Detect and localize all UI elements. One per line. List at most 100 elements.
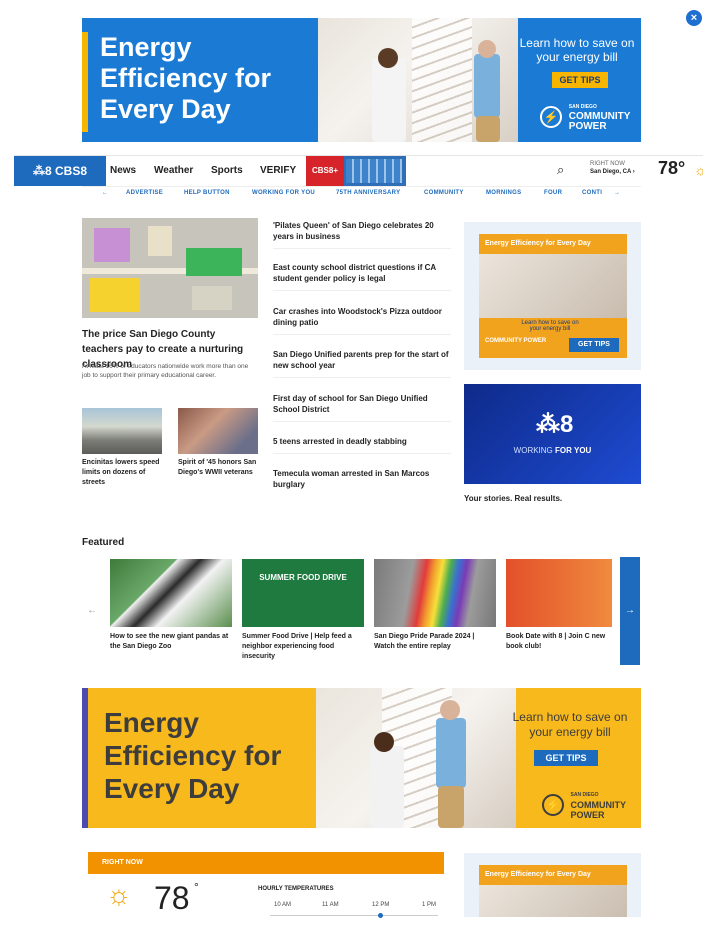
side-ad-photo	[479, 254, 627, 318]
bin-purple	[94, 228, 130, 262]
lead-story-image[interactable]	[82, 218, 258, 318]
story-image	[82, 408, 162, 454]
sun-icon: ☼	[106, 879, 132, 910]
featured-title: Book Date with 8 | Join C new book club!	[506, 633, 606, 650]
location-label: San Diego, CA ›	[590, 169, 635, 175]
featured-card[interactable]: Book Date with 8 | Join C new book club!	[506, 559, 612, 652]
food-drive-label: SUMMER FOOD DRIVE	[259, 573, 347, 582]
featured-card[interactable]: SUMMER FOOD DRIVE Summer Food Drive | He…	[242, 559, 364, 662]
featured-next-button[interactable]: →	[620, 557, 640, 665]
subnav-advertise[interactable]: ADVERTISE	[126, 190, 163, 196]
featured-image	[374, 559, 496, 627]
hourly-slider-handle[interactable]	[378, 913, 383, 918]
search-icon[interactable]: ⌕	[557, 162, 564, 178]
logo-line-top: SAN DIEGO	[570, 792, 599, 798]
logo-line-bottom: POWER	[568, 121, 607, 132]
story-title: Spirit of '45 honors San Diego's WWII ve…	[178, 459, 257, 476]
headline-link[interactable]: San Diego Unified parents prep for the s…	[273, 349, 451, 378]
story-card[interactable]: Spirit of '45 honors San Diego's WWII ve…	[178, 408, 258, 478]
subnav-continue[interactable]: CONTI	[582, 190, 602, 196]
ad-headline: Energy Efficiency for Every Day	[100, 32, 272, 124]
cbs8-plus-image	[346, 159, 402, 183]
story-card[interactable]: Encinitas lowers speed limits on dozens …	[82, 408, 162, 488]
wfy-text-bold: FOR YOU	[555, 446, 592, 455]
get-tips-button[interactable]: GET TIPS	[552, 72, 608, 88]
ad-accent	[82, 32, 88, 132]
community-power-logo: ⚡ SAN DIEGO COMMUNITY POWER	[542, 790, 626, 820]
cbs8-logo[interactable]: ⁂8 CBS8	[14, 156, 106, 186]
ad-photo-boy-head	[378, 48, 398, 68]
ad-photo-man-head	[478, 40, 496, 58]
story-image	[178, 408, 258, 454]
subnav-community[interactable]: COMMUNITY	[424, 190, 464, 196]
cbs8-plus-promo[interactable]: CBS8+	[306, 156, 406, 186]
nav-sports[interactable]: Sports	[211, 156, 243, 186]
side-ad-get-tips-button[interactable]: GET TIPS	[569, 338, 619, 352]
right-now-label: RIGHT NOW	[590, 161, 625, 167]
side-energy-ad[interactable]: Energy Efficiency for Every Day Learn ho…	[464, 222, 641, 370]
ad-cta-text: Learn how to save on your energy bill	[519, 36, 635, 64]
lead-story-summary: At least 16% of educators nationwide wor…	[82, 363, 249, 379]
side-ad-logo: COMMUNITY POWER	[485, 338, 547, 344]
subnav-75th-anniversary[interactable]: 75TH ANNIVERSARY	[336, 190, 400, 196]
headline-link[interactable]: 'Pilates Queen' of San Diego celebrates …	[273, 220, 451, 249]
top-energy-ad[interactable]: Energy Efficiency for Every Day Learn ho…	[82, 18, 641, 142]
headline-link[interactable]: East county school district questions if…	[273, 262, 451, 291]
headline-link[interactable]: Car crashes into Woodstock's Pizza outdo…	[273, 306, 451, 335]
bin-gray	[192, 286, 232, 310]
hour-label: 1 PM	[422, 902, 437, 908]
featured-image	[110, 559, 232, 627]
side-ad-caption: Learn how to save on your energy bill	[521, 320, 579, 332]
close-ad-button[interactable]: ×	[686, 10, 702, 26]
nav-news[interactable]: News	[110, 156, 136, 186]
side-ad-title: Energy Efficiency for Every Day	[485, 871, 591, 878]
featured-card[interactable]: San Diego Pride Parade 2024 | Watch the …	[374, 559, 496, 652]
hourly-slider-track[interactable]	[270, 915, 438, 916]
subnav-next-arrow[interactable]: →	[614, 190, 620, 196]
bottom-energy-ad[interactable]: Energy Efficiency for Every Day Learn ho…	[82, 688, 641, 828]
ad-photo-man-head	[440, 700, 460, 720]
ad-photo-man-legs	[476, 116, 500, 142]
side-ad-inner: Energy Efficiency for Every Day Learn ho…	[479, 234, 627, 358]
nav-weather[interactable]: Weather	[154, 156, 193, 186]
story-title: Encinitas lowers speed limits on dozens …	[82, 459, 160, 486]
subnav-help-button[interactable]: HELP BUTTON	[184, 190, 230, 196]
subnav-mornings[interactable]: MORNINGS	[486, 190, 521, 196]
ad-cta-text: Learn how to save on your energy bill	[512, 710, 628, 739]
ad-photo-man-legs	[438, 786, 464, 828]
side-ad-inner: Energy Efficiency for Every Day	[479, 865, 627, 917]
side-ad-title: Energy Efficiency for Every Day	[485, 240, 591, 247]
community-power-logo: ⚡ SAN DIEGO COMMUNITY POWER	[540, 102, 630, 132]
featured-title: Summer Food Drive | Help feed a neighbor…	[242, 633, 352, 660]
nav-weather-widget[interactable]: RIGHT NOW San Diego, CA ›	[590, 160, 635, 176]
ad-photo-man	[474, 54, 500, 118]
featured-card[interactable]: How to see the new giant pandas at the S…	[110, 559, 232, 652]
subnav-working-for-you[interactable]: WORKING FOR YOU	[252, 190, 315, 196]
side-ad-photo	[479, 885, 627, 917]
nav-verify[interactable]: VERIFY	[260, 156, 296, 186]
side-energy-ad-2[interactable]: Energy Efficiency for Every Day	[464, 853, 641, 917]
wfy-caption[interactable]: Your stories. Real results.	[464, 494, 562, 503]
cbs8-plus-label: CBS8+	[306, 156, 344, 186]
nav-temperature: 78°	[658, 158, 686, 178]
featured-prev-button[interactable]: ←	[82, 557, 102, 665]
ad-photo-boy	[372, 58, 406, 142]
featured-image: SUMMER FOOD DRIVE	[242, 559, 364, 627]
bin-yellow	[90, 278, 140, 312]
wfy-text-pre: WORKING	[513, 446, 553, 455]
hour-label: 11 AM	[322, 902, 339, 908]
bin-green	[186, 248, 242, 276]
working-for-you-promo[interactable]: ⁂8 WORKING FOR YOU	[464, 384, 641, 484]
featured-title: San Diego Pride Parade 2024 | Watch the …	[374, 633, 475, 650]
ad-photo-boy-head	[374, 732, 394, 752]
sun-icon: ☼	[694, 162, 703, 178]
right-now-header: RIGHT NOW	[88, 852, 444, 874]
subnav-four[interactable]: FOUR	[544, 190, 562, 196]
get-tips-button[interactable]: GET TIPS	[534, 750, 598, 766]
headline-link[interactable]: First day of school for San Diego Unifie…	[273, 393, 451, 422]
ad-photo-man	[436, 718, 466, 788]
featured-heading: Featured	[82, 537, 125, 548]
headline-link[interactable]: Temecula woman arrested in San Marcos bu…	[273, 468, 451, 496]
headline-link[interactable]: 5 teens arrested in deadly stabbing	[273, 436, 451, 454]
subnav-prev-arrow[interactable]: ←	[102, 190, 108, 196]
